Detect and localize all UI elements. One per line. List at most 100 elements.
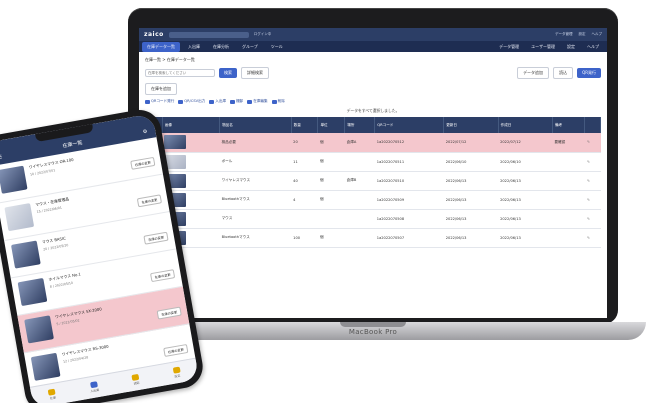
product-image — [10, 240, 41, 269]
tool-delete[interactable]: 削除 — [271, 99, 285, 104]
tab-stock-io[interactable]: 入出庫 — [89, 381, 100, 393]
col-updated[interactable]: 更新日 — [443, 117, 499, 133]
row-place — [344, 228, 375, 248]
row-created: 2022/06/10 — [498, 152, 553, 172]
product-image — [164, 135, 187, 150]
nav-data-manage[interactable]: データ管理 — [494, 42, 524, 52]
row-note: 要確認 — [552, 133, 585, 153]
tool-edit[interactable]: 在庫編集 — [247, 99, 268, 104]
col-place[interactable]: 場所 — [344, 117, 376, 133]
phone-settings-icon[interactable]: ⚙ — [142, 129, 147, 136]
row-code: 1a2022070512 — [374, 133, 444, 153]
export-icon — [178, 99, 184, 104]
nav-inventory[interactable]: 在庫データ一覧 — [142, 41, 180, 52]
pencil-icon[interactable]: ✎ — [584, 171, 601, 191]
data-add-button[interactable]: データ追加 — [517, 67, 550, 79]
product-image — [17, 277, 48, 307]
row-name[interactable]: Bluetoothマウス — [219, 228, 292, 248]
search-button[interactable]: 検索 — [219, 68, 237, 78]
pencil-icon[interactable]: ✎ — [584, 152, 601, 172]
tool-io-label: 入出庫 — [215, 99, 227, 103]
table-row[interactable]: □ 検品必要 20 個 倉庫A 1a2022070512 2022/07/12 … — [145, 133, 601, 153]
table-row[interactable]: □ Bluetoothマウス 100 個 1a2022070507 2022/0… — [145, 228, 601, 248]
tool-stocktake-label: 棚卸 — [236, 99, 244, 103]
change-stock-button[interactable]: 在庫の変更 — [163, 343, 189, 357]
change-stock-button[interactable]: 在庫の変更 — [143, 231, 169, 245]
change-stock-button[interactable]: 在庫の変更 — [136, 194, 163, 208]
login-status: ログイン中 — [253, 32, 272, 36]
change-stock-button[interactable]: 在庫の変更 — [130, 156, 156, 170]
col-qty[interactable]: 数量 — [291, 117, 319, 133]
tool-stocktake[interactable]: 棚卸 — [230, 99, 243, 104]
selection-note: データをすべて選択しました。 — [346, 108, 400, 113]
top-link-data[interactable]: データ管理 — [555, 32, 573, 37]
nav-group[interactable]: グループ — [237, 42, 263, 52]
top-link-settings[interactable]: 設定 — [579, 32, 586, 37]
add-inventory-button[interactable]: 在庫を追加 — [145, 83, 177, 95]
stocktake-icon — [230, 99, 236, 104]
row-note — [552, 171, 585, 191]
tab-inventory[interactable]: 在庫 — [47, 388, 57, 401]
nav-tools[interactable]: ツール — [266, 42, 288, 52]
row-created: 2022/06/13 — [498, 228, 553, 248]
col-edit — [584, 117, 601, 133]
row-name[interactable]: マウス — [219, 209, 292, 229]
tool-delete-label: 削除 — [277, 99, 285, 103]
qr-issue-button[interactable]: QR発行 — [577, 68, 601, 78]
row-updated: 2022/06/13 — [443, 171, 499, 191]
tool-qr-label: QRコード発行 — [151, 99, 175, 103]
row-updated: 2022/06/13 — [443, 228, 499, 248]
edit-icon — [247, 99, 253, 104]
row-name[interactable]: 検品必要 — [219, 133, 292, 153]
account-selector[interactable] — [168, 31, 249, 38]
top-link-help[interactable]: ヘルプ — [592, 32, 603, 37]
row-qty: 40 — [291, 171, 318, 191]
tab-settings-label: 設定 — [174, 373, 181, 379]
row-unit: 個 — [317, 190, 345, 210]
row-name[interactable]: Bluetoothマウス — [219, 190, 292, 210]
pencil-icon[interactable]: ✎ — [584, 228, 601, 248]
row-code: 1a2022070511 — [374, 152, 444, 172]
pencil-icon[interactable]: ✎ — [584, 209, 601, 229]
nav-analysis[interactable]: 在庫分析 — [208, 42, 234, 52]
col-created[interactable]: 作成日 — [498, 117, 553, 133]
row-unit: 個 — [317, 171, 345, 191]
change-stock-button[interactable]: 在庫の変更 — [156, 306, 182, 320]
pencil-icon[interactable]: ✎ — [584, 190, 601, 210]
col-note[interactable]: 備考 — [552, 117, 586, 133]
col-name[interactable]: 物品名 — [219, 117, 292, 133]
advanced-search-button[interactable]: 詳細検索 — [241, 67, 269, 79]
row-name[interactable]: ワイヤレスマウス — [219, 171, 292, 191]
table-row[interactable]: □ マウス 1a2022070508 2022/06/13 2022/06/13… — [145, 209, 601, 229]
row-code: 1a2022070510 — [374, 171, 444, 191]
table-row[interactable]: □ ワイヤレスマウス 40 個 倉庫B 1a2022070510 2022/06… — [145, 171, 601, 191]
tool-io[interactable]: 入出庫 — [209, 99, 226, 104]
col-code[interactable]: QRコード — [374, 117, 445, 133]
row-place: 倉庫A — [344, 133, 375, 153]
import-button[interactable]: 読込 — [553, 67, 574, 79]
phone-menu-icon[interactable]: ☰ — [0, 154, 3, 161]
table-row[interactable]: □ Bluetoothマウス 4 個 1a2022070509 2022/06/… — [145, 190, 601, 210]
app-topbar: zaico ログイン中 データ管理 設定 ヘルプ — [139, 28, 607, 41]
table-row[interactable]: □ ボール 11 個 1a2022070511 2022/06/10 2022/… — [145, 152, 601, 172]
nav-stock-io[interactable]: 入出庫 — [183, 42, 205, 52]
row-qty — [291, 209, 318, 229]
nav-help[interactable]: ヘルプ — [582, 42, 604, 52]
col-unit[interactable]: 単位 — [317, 117, 346, 133]
tab-inventory-label: 在庫 — [49, 395, 57, 401]
tab-scan[interactable]: 読取 — [131, 373, 141, 386]
io-icon — [209, 99, 215, 104]
pencil-icon[interactable]: ✎ — [584, 133, 601, 153]
change-stock-button[interactable]: 在庫の変更 — [150, 269, 176, 283]
tab-settings[interactable]: 設定 — [172, 366, 181, 379]
nav-user-manage[interactable]: ユーザー管理 — [526, 42, 560, 52]
row-qty: 20 — [291, 133, 318, 153]
row-code: 1a2022070507 — [374, 228, 444, 248]
tool-export[interactable]: QR/CSV出力 — [178, 99, 205, 104]
search-input[interactable] — [145, 69, 215, 77]
breadcrumb: 在庫一覧 > 在庫データ一覧 — [145, 57, 195, 62]
tool-qr[interactable]: QRコード発行 — [145, 99, 174, 104]
row-name[interactable]: ボール — [219, 152, 292, 172]
col-image[interactable]: 画像 — [162, 117, 221, 133]
nav-settings[interactable]: 設定 — [562, 42, 580, 52]
